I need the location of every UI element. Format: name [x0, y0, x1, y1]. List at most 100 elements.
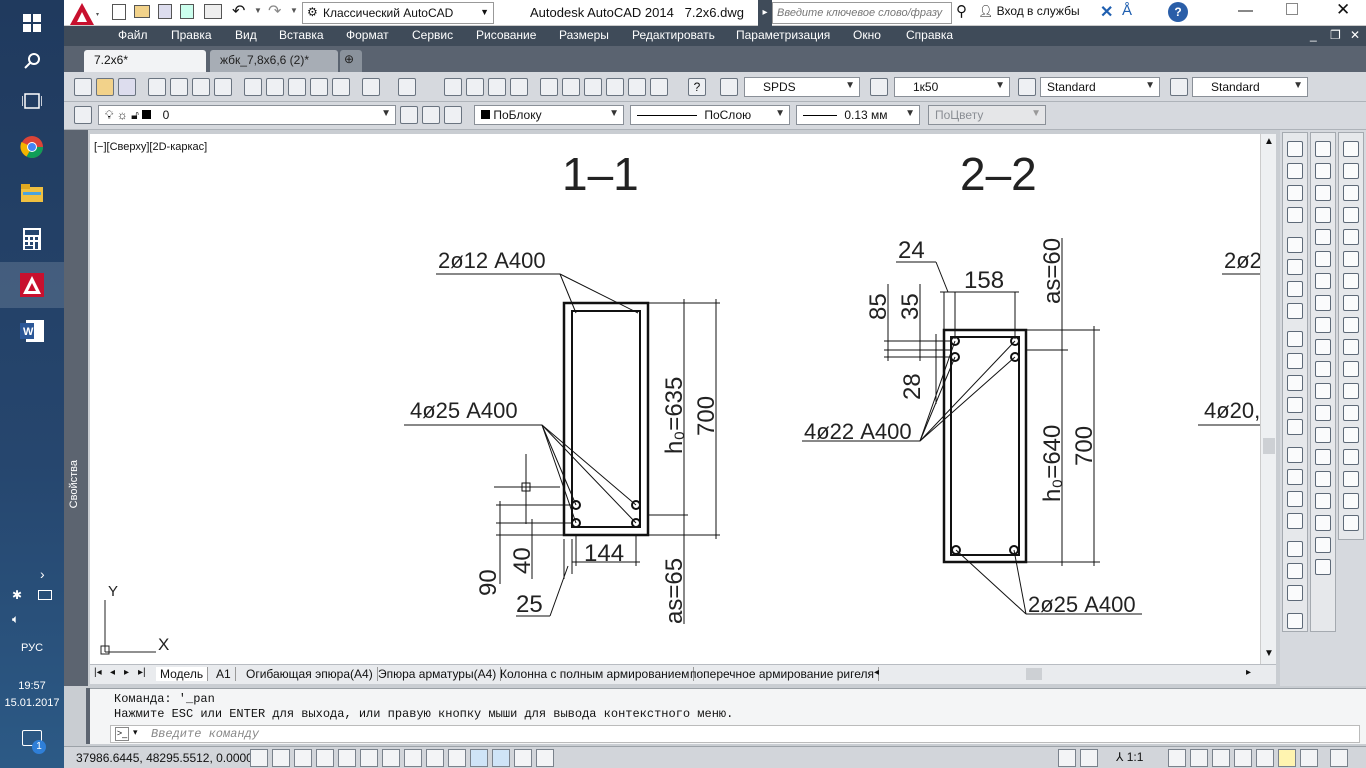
polyline-icon[interactable] [1315, 185, 1331, 201]
table-icon[interactable] [1315, 515, 1331, 531]
tolerance-icon[interactable] [1287, 447, 1303, 463]
menu-window[interactable]: Окно [853, 28, 881, 42]
task-view-button[interactable] [0, 78, 64, 124]
hscroll-right-icon[interactable]: ▸ [1246, 667, 1251, 678]
dim-linear-icon[interactable] [1287, 141, 1303, 157]
chevron-right-icon[interactable]: › [40, 566, 45, 582]
mleader-style-dropdown[interactable]: Standard ▼ [1192, 77, 1308, 97]
dim-aligned-icon[interactable] [1287, 163, 1303, 179]
text-style-icon[interactable] [720, 78, 738, 96]
object-snap-tracking-icon[interactable] [404, 749, 422, 767]
dim-baseline-icon[interactable] [1287, 353, 1303, 369]
dim-update-icon[interactable] [1287, 585, 1303, 601]
layer-manager-icon[interactable] [74, 106, 92, 124]
search-expand-icon[interactable]: ▸ [758, 0, 772, 26]
polygon-icon[interactable] [1315, 207, 1331, 223]
qat-plot-icon[interactable] [204, 4, 222, 19]
dim-ordinate-icon[interactable] [1287, 207, 1303, 223]
text-style-dropdown[interactable]: SPDS ▼ [744, 77, 860, 97]
properties-palette-label[interactable]: Свойства [68, 460, 80, 508]
pan-icon[interactable] [444, 78, 462, 96]
join-icon[interactable] [1343, 405, 1359, 421]
lineweight-dropdown[interactable]: 0.13 мм ▼ [796, 105, 920, 125]
layer-dropdown[interactable]: 💡︎ ☼ 🔓︎ 0 ▼ [98, 105, 396, 125]
scroll-down-icon[interactable]: ▼ [1264, 648, 1274, 659]
viewport-controls-label[interactable]: [−][Сверху][2D-каркас] [94, 141, 207, 153]
dim-style-dropdown[interactable]: 1к50 ▼ [894, 77, 1010, 97]
construction-line-icon[interactable] [1315, 163, 1331, 179]
object-snap-icon[interactable] [360, 749, 378, 767]
revcloud-icon[interactable] [1315, 295, 1331, 311]
markup-icon[interactable] [628, 78, 646, 96]
command-prompt-icon[interactable]: >_ [115, 727, 129, 741]
new-icon[interactable] [74, 78, 92, 96]
move-icon[interactable] [1343, 251, 1359, 267]
inspection-icon[interactable] [1287, 491, 1303, 507]
first-tab-icon[interactable]: |◂ [94, 667, 102, 678]
plot-icon[interactable] [148, 78, 166, 96]
menu-tools[interactable]: Сервис [412, 28, 453, 42]
mtext-icon[interactable] [1315, 537, 1331, 553]
qat-open-icon[interactable] [134, 5, 150, 18]
sheet-set-icon[interactable] [606, 78, 624, 96]
mirror-icon[interactable] [1343, 185, 1359, 201]
prev-tab-icon[interactable]: ◂ [110, 667, 115, 678]
qat-redo-dropdown-icon[interactable]: ▼ [290, 6, 298, 15]
cut-icon[interactable] [244, 78, 262, 96]
copy-object-icon[interactable] [1343, 163, 1359, 179]
make-current-layer-icon[interactable] [400, 106, 418, 124]
signin-button[interactable]: 👤︎ Вход в службы [978, 4, 1080, 18]
selection-cycling-icon[interactable] [536, 749, 554, 767]
blend-icon[interactable] [1343, 471, 1359, 487]
dim-continue-icon[interactable] [1287, 375, 1303, 391]
grip-icon[interactable] [1343, 515, 1359, 531]
doc-restore-icon[interactable]: ❐ [1330, 28, 1341, 42]
chamfer-icon[interactable] [1343, 427, 1359, 443]
jogged-linear-icon[interactable] [1287, 513, 1303, 529]
autodesk-a360-icon[interactable]: Å [1122, 2, 1132, 19]
paste-icon[interactable] [288, 78, 306, 96]
help-search-field[interactable]: Введите ключевое слово/фразу [772, 2, 952, 24]
doc-minimize-icon[interactable]: _ [1310, 28, 1317, 42]
layout-tab[interactable]: Колонна с полным армированием [496, 667, 695, 681]
battery-icon[interactable] [38, 590, 52, 600]
properties-icon[interactable] [540, 78, 558, 96]
application-menu-button[interactable] [66, 1, 102, 29]
layer-state-icon[interactable] [444, 106, 462, 124]
doc-close-icon[interactable]: ✕ [1350, 28, 1360, 42]
region-icon[interactable] [1315, 493, 1331, 509]
autocad-taskbar-button[interactable] [0, 262, 64, 308]
dim-edit-icon[interactable] [1287, 541, 1303, 557]
clock-time[interactable]: 19:57 [0, 680, 64, 692]
menu-draw[interactable]: Рисование [476, 28, 536, 42]
offset-icon[interactable] [1343, 207, 1359, 223]
annotation-visibility-icon[interactable] [1168, 749, 1186, 767]
language-indicator[interactable]: РУС [0, 642, 64, 654]
zoom-window-icon[interactable] [488, 78, 506, 96]
minimize-button[interactable]: — [1238, 2, 1253, 19]
close-button[interactable]: ✕ [1336, 0, 1350, 20]
lock-ui-icon[interactable] [1234, 749, 1252, 767]
qat-undo-icon[interactable]: ↶ [232, 1, 245, 21]
zoom-previous-icon[interactable] [510, 78, 528, 96]
wifi-icon[interactable]: ✱ [12, 588, 22, 602]
chevron-down-icon[interactable]: ▾ [133, 727, 138, 738]
annotation-scale[interactable]: ⅄ 1:1 [1116, 750, 1143, 764]
menu-dimension[interactable]: Размеры [559, 28, 609, 42]
ellipse-icon[interactable] [1315, 339, 1331, 355]
lineweight-toggle-icon[interactable] [470, 749, 488, 767]
linetype-dropdown[interactable]: ПоСлою ▼ [630, 105, 790, 125]
coordinates-readout[interactable]: 37986.6445, 48295.5512, 0.0000 [76, 751, 253, 765]
qat-saveas-icon[interactable] [180, 4, 194, 19]
menu-view[interactable]: Вид [235, 28, 257, 42]
array-icon[interactable] [1343, 229, 1359, 245]
hardware-acceleration-icon[interactable] [1256, 749, 1274, 767]
extend-icon[interactable] [1343, 361, 1359, 377]
trim-icon[interactable] [1343, 339, 1359, 355]
exchange-apps-icon[interactable]: ✕ [1100, 2, 1113, 22]
scroll-up-icon[interactable]: ▲ [1264, 136, 1274, 147]
layout-grid-icon[interactable] [1080, 749, 1098, 767]
layout-tab[interactable]: Эпюра арматуры(А4) [374, 667, 502, 681]
plot-preview-icon[interactable] [170, 78, 188, 96]
binoculars-icon[interactable]: ⚲ [956, 2, 967, 20]
